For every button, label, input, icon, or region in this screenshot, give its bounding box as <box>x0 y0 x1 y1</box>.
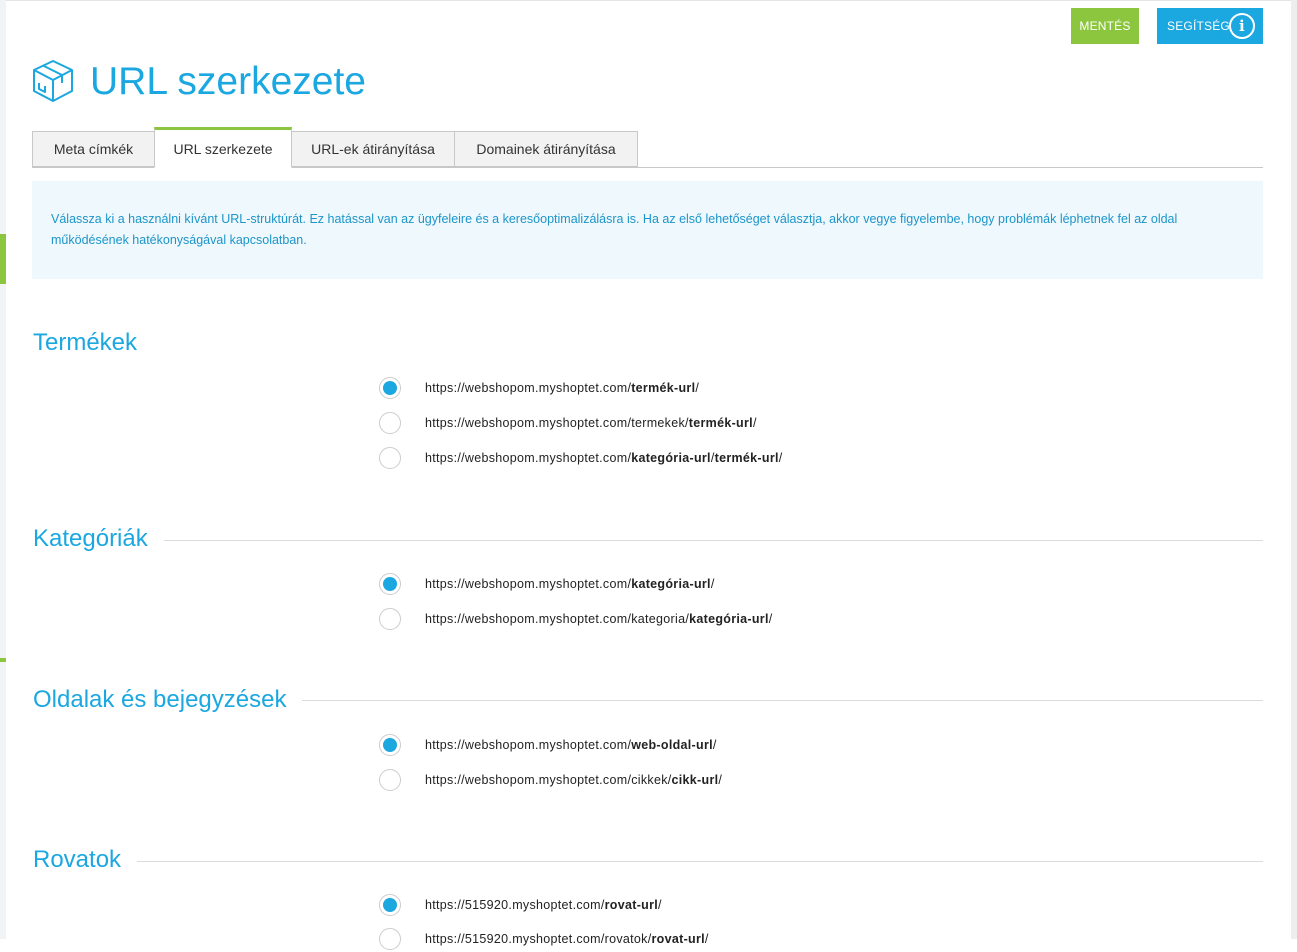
right-scroll-edge <box>1291 0 1297 939</box>
radio-button[interactable] <box>379 412 401 434</box>
top-divider <box>6 0 1291 1</box>
left-sidebar-edge <box>0 0 6 939</box>
info-icon: i <box>1229 13 1255 39</box>
section-title-pages: Oldalak és bejegyzések <box>33 685 303 715</box>
tab-bar: Meta címkék URL szerkezete URL-ek átirán… <box>32 127 1263 168</box>
tab-url-redirects[interactable]: URL-ek átirányítása <box>291 131 455 167</box>
option-category-url-2[interactable]: https://webshopom.myshoptet.com/kategori… <box>379 606 773 632</box>
url-pattern: https://webshopom.myshoptet.com/kategóri… <box>425 451 783 465</box>
info-box: Válassza ki a használni kívánt URL-struk… <box>32 181 1263 279</box>
radio-button[interactable] <box>379 573 401 595</box>
tab-url-structure[interactable]: URL szerkezete <box>154 127 292 168</box>
url-pattern: https://webshopom.myshoptet.com/kategori… <box>425 612 773 626</box>
url-pattern: https://515920.myshoptet.com/rovatok/rov… <box>425 932 709 946</box>
option-rovat-url-1[interactable]: https://515920.myshoptet.com/rovat-url/ <box>379 892 662 918</box>
save-button[interactable]: MENTÉS <box>1071 8 1139 44</box>
help-button[interactable]: SEGÍTSÉG i <box>1157 8 1263 44</box>
url-pattern: https://webshopom.myshoptet.com/kategóri… <box>425 577 715 591</box>
section-divider <box>134 861 1263 862</box>
section-title-products: Termékek <box>33 328 154 358</box>
url-pattern: https://webshopom.myshoptet.com/cikkek/c… <box>425 773 723 787</box>
help-button-label: SEGÍTSÉG <box>1167 19 1230 33</box>
radio-button[interactable] <box>379 734 401 756</box>
tab-domain-redirects[interactable]: Domainek átirányítása <box>454 131 638 167</box>
box-icon <box>33 60 73 102</box>
option-product-url-2[interactable]: https://webshopom.myshoptet.com/termekek… <box>379 410 757 436</box>
radio-button[interactable] <box>379 377 401 399</box>
url-pattern: https://webshopom.myshoptet.com/termekek… <box>425 416 757 430</box>
section-title-categories: Kategóriák <box>33 524 164 554</box>
section-divider <box>296 700 1263 701</box>
radio-button[interactable] <box>379 769 401 791</box>
option-product-url-3[interactable]: https://webshopom.myshoptet.com/kategóri… <box>379 445 783 471</box>
info-text: Válassza ki a használni kívánt URL-struk… <box>51 212 1178 247</box>
sidebar-active-marker <box>0 234 6 284</box>
page-title: URL szerkezete <box>90 60 366 103</box>
section-divider <box>160 540 1263 541</box>
radio-button[interactable] <box>379 447 401 469</box>
tab-meta-tags[interactable]: Meta címkék <box>32 131 155 167</box>
url-pattern: https://webshopom.myshoptet.com/termék-u… <box>425 381 700 395</box>
url-pattern: https://515920.myshoptet.com/rovat-url/ <box>425 898 662 912</box>
radio-button[interactable] <box>379 928 401 950</box>
radio-button[interactable] <box>379 894 401 916</box>
option-product-url-1[interactable]: https://webshopom.myshoptet.com/termék-u… <box>379 375 699 401</box>
radio-button[interactable] <box>379 608 401 630</box>
option-page-url-2[interactable]: https://webshopom.myshoptet.com/cikkek/c… <box>379 767 722 793</box>
option-rovat-url-2[interactable]: https://515920.myshoptet.com/rovatok/rov… <box>379 926 709 952</box>
url-pattern: https://webshopom.myshoptet.com/web-olda… <box>425 738 717 752</box>
sidebar-active-marker-2 <box>0 658 6 662</box>
section-title-rovatok: Rovatok <box>33 845 138 875</box>
option-page-url-1[interactable]: https://webshopom.myshoptet.com/web-olda… <box>379 732 717 758</box>
option-category-url-1[interactable]: https://webshopom.myshoptet.com/kategóri… <box>379 571 715 597</box>
